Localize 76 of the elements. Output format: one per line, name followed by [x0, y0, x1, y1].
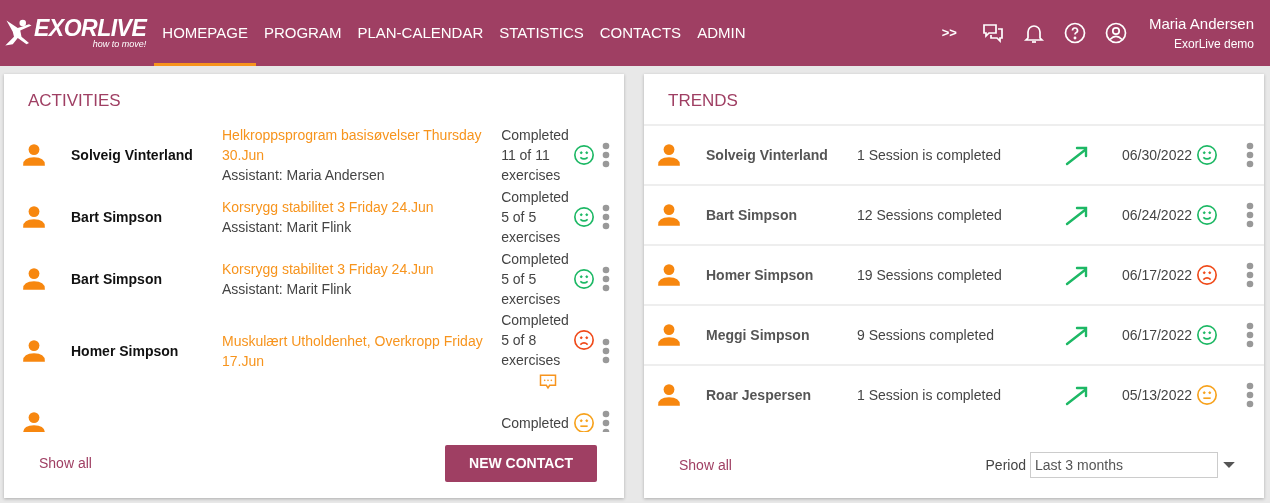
sessions-text: 1 Session is completed	[857, 385, 1002, 405]
contact-name: Bart Simpson	[71, 270, 162, 287]
person-icon	[21, 338, 47, 364]
contact-name: Solveig Vinterland	[71, 146, 193, 163]
nav-tab[interactable]: ADMIN	[689, 0, 754, 66]
period-label: Period	[985, 455, 1026, 475]
sessions-text: 19 Sessions completed	[857, 265, 1003, 285]
more-options-icon[interactable]	[602, 266, 610, 292]
status-text: Completed	[501, 311, 569, 330]
person-icon	[21, 204, 47, 230]
status-text: Completed	[501, 414, 569, 432]
person-icon	[656, 202, 682, 228]
nav-tab[interactable]: STATISTICS	[491, 0, 592, 66]
person-icon	[21, 410, 47, 432]
person-icon	[21, 266, 47, 292]
person-icon	[656, 262, 682, 288]
contact-name: Bart Simpson	[706, 205, 798, 225]
user-account-icon[interactable]	[1103, 21, 1128, 45]
more-options-icon[interactable]	[602, 410, 610, 432]
more-options-icon[interactable]	[602, 142, 610, 168]
status-text: 5 of 8	[501, 331, 538, 350]
more-options-icon[interactable]	[1246, 202, 1254, 228]
sessions-text: 12 Sessions completed	[857, 205, 1003, 225]
period-select[interactable]: Last 3 months	[1030, 452, 1218, 478]
contact-name: Roar Jespersen	[706, 385, 813, 405]
date-text: 06/30/2022	[1121, 145, 1192, 165]
nav-tab[interactable]: HOMEPAGE	[154, 0, 256, 66]
more-options-icon[interactable]	[1246, 262, 1254, 288]
logo-text: EXORLIVE	[34, 17, 147, 40]
contact-name: Meggi Simpson	[706, 325, 811, 345]
more-options-icon[interactable]	[1246, 322, 1254, 348]
account-name: ExorLive demo	[1173, 36, 1254, 54]
show-all-link[interactable]: Show all	[679, 454, 732, 476]
show-all-link[interactable]: Show all	[39, 453, 92, 474]
date-text: 06/17/2022	[1121, 265, 1192, 285]
status-text: exercises	[501, 290, 562, 309]
more-options-icon[interactable]	[602, 204, 610, 230]
logo-tagline: how to move!	[92, 40, 147, 49]
assistant-text: Assistant: Marit Flink	[222, 218, 353, 237]
date-text: 06/24/2022	[1121, 205, 1192, 225]
more-options-icon[interactable]	[1246, 382, 1254, 408]
more-options-icon[interactable]	[1246, 142, 1254, 168]
person-icon	[656, 382, 682, 408]
status-text: Completed	[501, 250, 569, 269]
nav-tab[interactable]: PROGRAM	[255, 0, 350, 66]
person-icon	[656, 322, 682, 348]
status-text: 11 of 11	[501, 146, 551, 165]
contact-name: Bart Simpson	[71, 208, 162, 225]
date-text: 06/17/2022	[1121, 325, 1192, 345]
status-text: 5 of 5	[501, 270, 538, 289]
status-text: Completed	[501, 188, 569, 207]
contact-name: Homer Simpson	[706, 265, 815, 285]
new-contact-button[interactable]: NEW CONTACT	[445, 445, 597, 482]
help-icon[interactable]	[1062, 21, 1087, 45]
contact-name: Homer Simpson	[71, 342, 179, 359]
status-text: exercises	[501, 228, 562, 247]
panel-title: ACTIVITIES	[28, 90, 122, 112]
nav-tab[interactable]: PLAN-CALENDAR	[349, 0, 492, 66]
sessions-text: 1 Session is completed	[857, 145, 1002, 165]
status-text: exercises	[501, 166, 562, 185]
more-options-icon[interactable]	[602, 338, 610, 364]
date-text: 05/13/2022	[1121, 385, 1192, 405]
person-icon	[21, 142, 47, 168]
person-icon	[656, 142, 682, 168]
panel-title: TRENDS	[668, 90, 739, 112]
sessions-text: 9 Sessions completed	[857, 325, 995, 345]
more-button[interactable]: >>	[941, 23, 957, 43]
nav-tab[interactable]: CONTACTS	[591, 0, 690, 66]
status-text: Completed	[501, 126, 569, 145]
user-name: Maria Andersen	[1148, 13, 1254, 34]
status-text: exercises	[501, 351, 562, 370]
status-text: 5 of 5	[501, 208, 538, 227]
contact-name: Solveig Vinterland	[706, 145, 829, 165]
assistant-text: Assistant: Maria Andersen	[222, 166, 386, 185]
assistant-text: Assistant: Marit Flink	[222, 280, 353, 299]
chat-icon[interactable]	[980, 21, 1005, 45]
